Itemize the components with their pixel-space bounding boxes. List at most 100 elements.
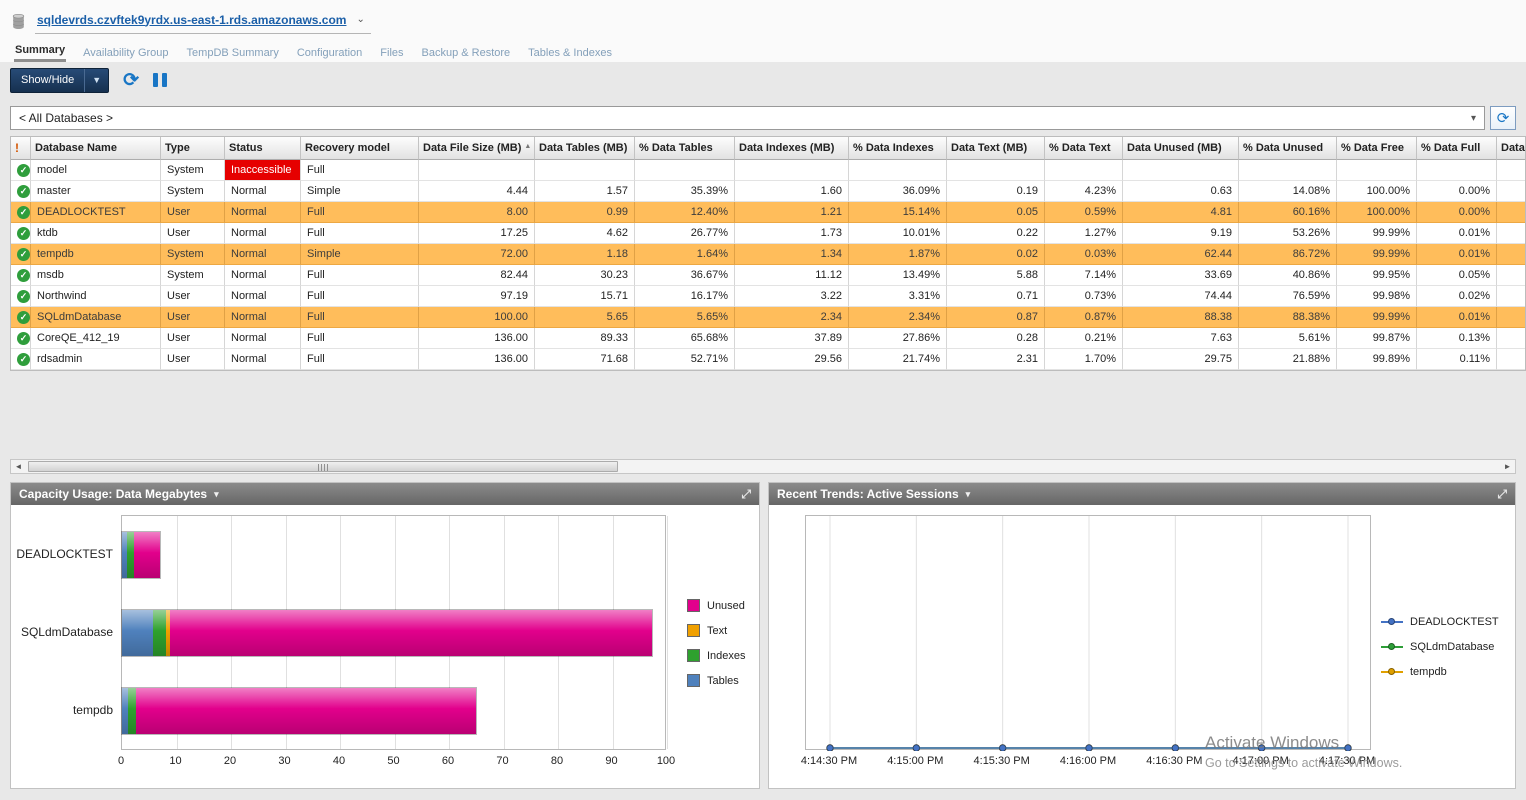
filter-refresh-button[interactable]: ⟳ [1490, 106, 1516, 130]
server-bar: sqldevrds.czvftek9yrdx.us-east-1.rds.ama… [0, 0, 1526, 38]
column-header[interactable]: % Data Tables [635, 137, 735, 160]
cell-database-name: DEADLOCKTEST [31, 202, 161, 223]
cell-value: 71.68 [535, 349, 635, 370]
chart-menu-dropdown-icon[interactable]: ▾ [966, 489, 971, 500]
column-header[interactable]: Recovery model [301, 137, 419, 160]
column-header[interactable]: Data Indexes (MB) [735, 137, 849, 160]
cell-value: 0.59% [1045, 202, 1123, 223]
column-header[interactable]: % Data Text [1045, 137, 1123, 160]
table-row[interactable]: ✓CoreQE_412_19UserNormalFull136.0089.336… [11, 328, 1526, 349]
cell-value: 9.19 [1123, 223, 1239, 244]
show-hide-button[interactable]: Show/Hide ▼ [10, 68, 109, 93]
trends-panel-title: Recent Trends: Active Sessions [777, 487, 959, 501]
tab-tempdb-summary[interactable]: TempDB Summary [186, 44, 280, 62]
trends-legend: DEADLOCKTESTSQLdmDatabasetempdb [1381, 609, 1499, 684]
column-header[interactable]: Data Tables (MB) [535, 137, 635, 160]
tab-availability-group[interactable]: Availability Group [82, 44, 169, 62]
ok-status-icon: ✓ [17, 227, 30, 240]
cell-value [947, 160, 1045, 181]
column-header[interactable]: Data [1497, 137, 1526, 160]
table-row[interactable]: ✓ktdbUserNormalFull17.254.6226.77%1.7310… [11, 223, 1526, 244]
legend-label: tempdb [1410, 666, 1447, 678]
cell-value: 26.77% [635, 223, 735, 244]
cell-cut [1497, 286, 1526, 307]
scroll-right-arrow[interactable]: ► [1500, 460, 1515, 473]
x-tick-label: 60 [433, 755, 463, 767]
cell-database-name: msdb [31, 265, 161, 286]
column-header[interactable]: % Data Free [1337, 137, 1417, 160]
column-header[interactable]: Database Name [31, 137, 161, 160]
cell-type: User [161, 202, 225, 223]
scroll-left-arrow[interactable]: ◄ [11, 460, 26, 473]
cell-type: System [161, 244, 225, 265]
cell-status: Normal [225, 349, 301, 370]
table-row[interactable]: ✓SQLdmDatabaseUserNormalFull100.005.655.… [11, 307, 1526, 328]
trends-plot-area [805, 515, 1371, 750]
table-row[interactable]: ✓rdsadminUserNormalFull136.0071.6852.71%… [11, 349, 1526, 370]
cell-value: 11.12 [735, 265, 849, 286]
table-row[interactable]: ✓DEADLOCKTESTUserNormalFull8.000.9912.40… [11, 202, 1526, 223]
table-row[interactable]: ✓modelSystemInaccessibleFull [11, 160, 1526, 181]
tab-files[interactable]: Files [379, 44, 404, 62]
ok-status-icon: ✓ [17, 164, 30, 177]
cell-value: 29.56 [735, 349, 849, 370]
cell-value: 82.44 [419, 265, 535, 286]
column-header[interactable]: Data Unused (MB) [1123, 137, 1239, 160]
legend-item-text: Text [687, 618, 746, 643]
cell-value: 7.14% [1045, 265, 1123, 286]
cell-value: 100.00% [1337, 202, 1417, 223]
cell-database-name: model [31, 160, 161, 181]
cell-value: 99.99% [1337, 223, 1417, 244]
time-tick-label: 4:16:30 PM [1134, 755, 1214, 767]
cell-value: 0.28 [947, 328, 1045, 349]
tab-bar: Summary Availability Group TempDB Summary C… [0, 38, 1526, 62]
segment-indexes [127, 532, 134, 578]
cell-value [1123, 160, 1239, 181]
table-row[interactable]: ✓masterSystemNormalSimple4.441.5735.39%1… [11, 181, 1526, 202]
category-label: DEADLOCKTEST [11, 547, 113, 561]
chevron-down-icon: ▾ [1471, 113, 1476, 124]
cell-value: 99.99% [1337, 244, 1417, 265]
x-tick-label: 10 [161, 755, 191, 767]
tab-summary[interactable]: Summary [14, 41, 66, 62]
chart-menu-dropdown-icon[interactable]: ▾ [214, 489, 219, 500]
cell-recovery-model: Full [301, 286, 419, 307]
unused-swatch [687, 599, 700, 612]
cell-value: 0.11% [1417, 349, 1497, 370]
refresh-icon[interactable]: ⟳ [123, 71, 139, 90]
tab-backup-restore[interactable]: Backup & Restore [421, 44, 512, 62]
cell-status: Normal [225, 181, 301, 202]
tab-configuration[interactable]: Configuration [296, 44, 363, 62]
cell-value: 60.16% [1239, 202, 1337, 223]
table-row[interactable]: ✓msdbSystemNormalFull82.4430.2336.67%11.… [11, 265, 1526, 286]
table-row[interactable]: ✓tempdbSystemNormalSimple72.001.181.64%1… [11, 244, 1526, 265]
cell-value: 10.01% [849, 223, 947, 244]
x-tick-label: 70 [488, 755, 518, 767]
column-header[interactable]: Data File Size (MB)▲ [419, 137, 535, 160]
column-header[interactable]: % Data Indexes [849, 137, 947, 160]
expand-icon[interactable]: ⤢ [1497, 487, 1507, 502]
cell-value: 4.81 [1123, 202, 1239, 223]
time-tick-label: 4:15:30 PM [962, 755, 1042, 767]
legend-item-deadlocktest: DEADLOCKTEST [1381, 609, 1499, 634]
column-header[interactable]: Data Text (MB) [947, 137, 1045, 160]
column-header[interactable]: % Data Full [1417, 137, 1497, 160]
server-selector[interactable]: sqldevrds.czvftek9yrdx.us-east-1.rds.ama… [35, 9, 371, 34]
column-header[interactable]: Type [161, 137, 225, 160]
table-row[interactable]: ✓NorthwindUserNormalFull97.1915.7116.17%… [11, 286, 1526, 307]
database-filter-select[interactable]: < All Databases > ▾ [10, 106, 1485, 130]
scrollbar-thumb[interactable] [28, 461, 618, 472]
horizontal-scrollbar[interactable]: ◄ ► [10, 459, 1516, 474]
column-header[interactable]: Status [225, 137, 301, 160]
cell-value: 52.71% [635, 349, 735, 370]
cell-value: 0.05 [947, 202, 1045, 223]
cell-cut [1497, 160, 1526, 181]
cell-value: 0.00% [1417, 181, 1497, 202]
pause-icon[interactable] [153, 73, 167, 87]
expand-icon[interactable]: ⤢ [741, 487, 751, 502]
bar-deadlocktest [122, 532, 160, 578]
cell-value: 100.00% [1337, 181, 1417, 202]
column-header[interactable]: % Data Unused [1239, 137, 1337, 160]
cell-value [1045, 160, 1123, 181]
tab-tables-indexes[interactable]: Tables & Indexes [527, 44, 613, 62]
